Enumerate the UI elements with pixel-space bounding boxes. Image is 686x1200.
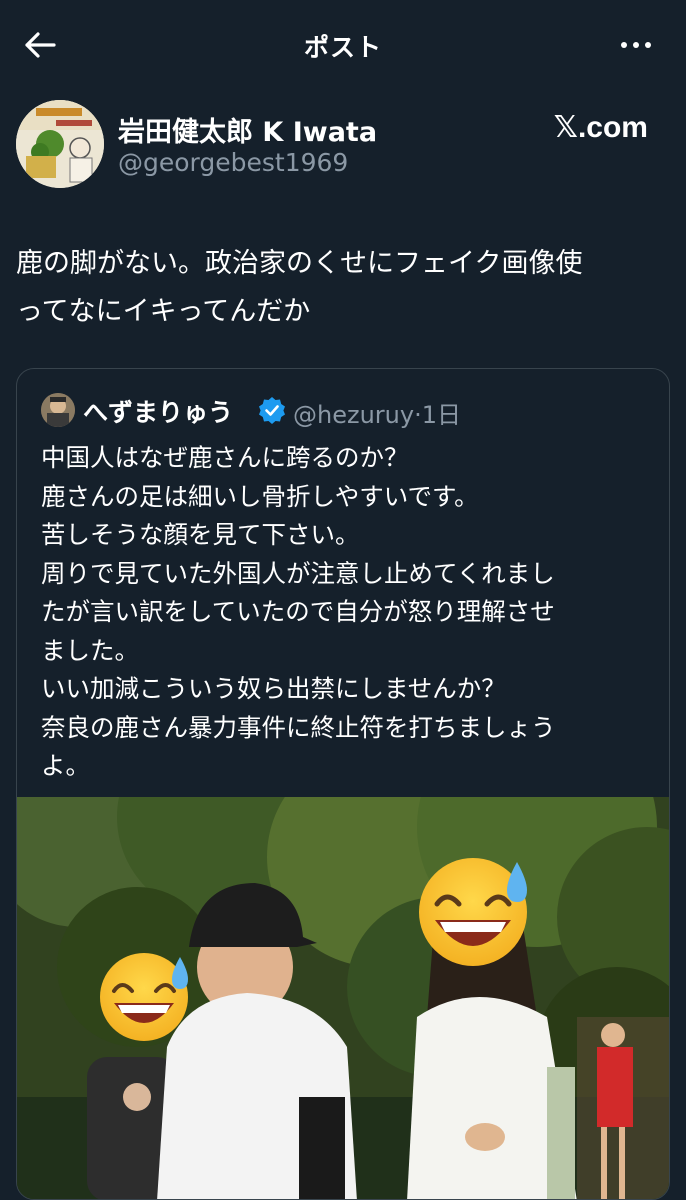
quoted-author-name: へずまりゅう: [83, 398, 234, 427]
grinning-sweat-emoji: [419, 858, 527, 966]
quoted-text: 中国人はなぜ鹿さんに跨るのか？ 鹿さんの足は細いし骨折しやすいです。 苦しそうな…: [41, 443, 556, 780]
avatar-image: [16, 100, 104, 188]
quoted-post[interactable]: へずまりゅう @hezuruy·1日 中国人はなぜ鹿さんに跨るのか？ 鹿さんの足…: [16, 368, 670, 1200]
quoted-photo[interactable]: [17, 797, 669, 1199]
post-text: 鹿の脚がない。政治家のくせにフェイク画像使 ってなにイキってんだか: [16, 248, 583, 327]
post-author: 岩田健太郎 K Iwata @georgebest1969 𝕏.com: [16, 100, 670, 190]
more-button[interactable]: [616, 30, 656, 60]
photo-icon: [17, 797, 669, 1199]
source-label: 𝕏.com: [553, 111, 648, 144]
quoted-handle: @hezuruy: [293, 401, 415, 429]
avatar[interactable]: [16, 100, 104, 188]
quoted-avatar: [41, 393, 75, 427]
author-handle[interactable]: @georgebest1969: [118, 148, 348, 177]
author-name[interactable]: 岩田健太郎 K Iwata: [118, 110, 377, 149]
meta-separator: ·: [414, 401, 422, 429]
quoted-time: 1日: [421, 401, 461, 429]
page-title: ポスト: [303, 33, 382, 62]
more-horizontal-icon: [618, 42, 654, 48]
grinning-sweat-emoji: [100, 953, 188, 1041]
top-bar: ポスト: [0, 0, 686, 90]
quoted-meta: @hezuruy·1日: [293, 395, 461, 430]
verified-badge-icon: [259, 397, 285, 424]
